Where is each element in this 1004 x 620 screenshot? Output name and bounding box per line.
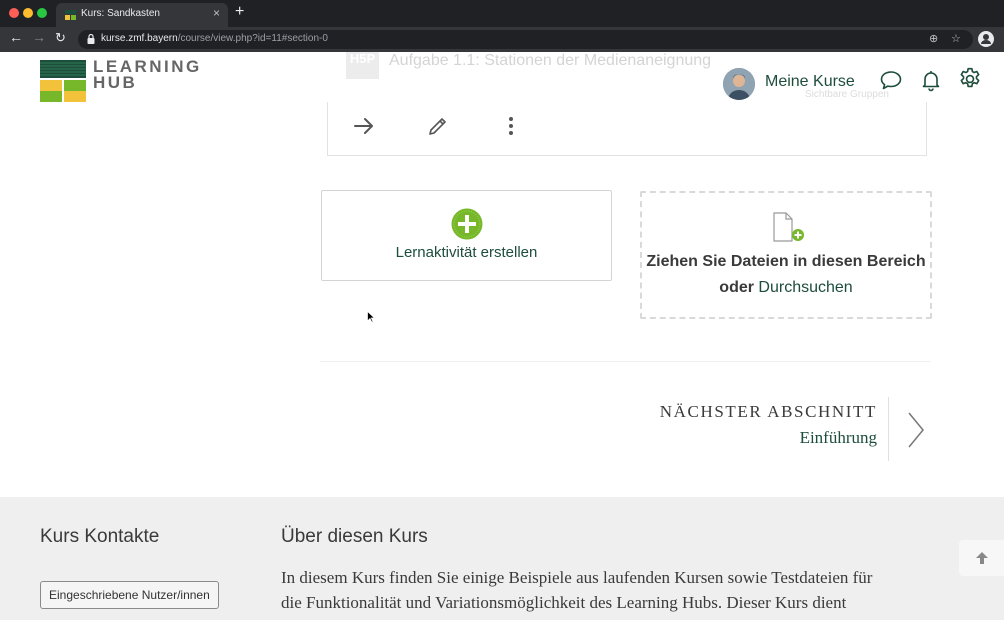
new-tab-button[interactable]: +: [235, 3, 244, 21]
gear-icon[interactable]: [957, 66, 983, 92]
forward-arrow-icon[interactable]: →: [32, 29, 46, 45]
bookmark-star-icon[interactable]: ☆: [951, 32, 961, 45]
create-activity-label: Lernaktivität erstellen: [395, 244, 538, 261]
close-window-button[interactable]: [9, 8, 19, 18]
browser-tabbar: Kurs: Sandkasten × +: [0, 0, 1004, 27]
back-arrow-icon[interactable]: ←: [9, 29, 23, 45]
next-section-divider: [888, 397, 889, 461]
minimize-window-button[interactable]: [23, 8, 33, 18]
course-footer: Kurs Kontakte Über diesen Kurs Eingeschr…: [0, 497, 1004, 620]
learninghub-logo[interactable]: [40, 60, 86, 102]
browser-toolbar: ← → ↻ kurse.zmf.bayern/course/view.php?i…: [0, 27, 1004, 52]
plus-circle-icon: [451, 208, 483, 240]
logo-text: LEARNING HUB: [93, 57, 202, 92]
profile-icon[interactable]: [978, 31, 994, 47]
more-options-icon[interactable]: [499, 114, 523, 138]
course-description: In diesem Kurs finden Sie einige Beispie…: [281, 568, 873, 612]
message-icon[interactable]: [879, 68, 903, 92]
browser-tab[interactable]: Kurs: Sandkasten ×: [56, 3, 228, 27]
address-bar[interactable]: kurse.zmf.bayern/course/view.php?id=11#s…: [78, 30, 973, 49]
reload-icon[interactable]: ↻: [55, 30, 66, 46]
file-dropzone[interactable]: Ziehen Sie Dateien in diesen Bereich ode…: [640, 191, 932, 319]
create-activity-button[interactable]: Lernaktivität erstellen: [321, 190, 612, 281]
bell-icon[interactable]: [919, 68, 943, 92]
avatar[interactable]: [723, 68, 755, 100]
enrolled-users-button[interactable]: Eingeschriebene Nutzer/innen: [40, 581, 219, 609]
zoom-window-button[interactable]: [37, 8, 47, 18]
move-arrow-icon[interactable]: [352, 114, 376, 138]
about-course-heading: Über diesen Kurs: [281, 526, 428, 547]
activity-title[interactable]: Aufgabe 1.1: Stationen der Medienaneignu…: [389, 52, 711, 70]
zoom-icon[interactable]: ⊕: [929, 32, 938, 45]
browse-link[interactable]: Durchsuchen: [758, 279, 852, 296]
divider: [320, 361, 930, 362]
learninghub-favicon-icon: [65, 10, 76, 20]
tab-title: Kurs: Sandkasten: [81, 8, 160, 19]
my-courses-link[interactable]: Meine Kurse: [765, 73, 855, 91]
lock-icon: [87, 34, 95, 44]
chevron-right-icon[interactable]: [906, 410, 926, 450]
arrow-up-icon: [976, 552, 988, 564]
mouse-cursor-icon: [367, 311, 375, 323]
tab-close-icon[interactable]: ×: [213, 6, 220, 20]
next-section-link[interactable]: Einführung: [800, 428, 877, 448]
dropzone-text: Ziehen Sie Dateien in diesen Bereich ode…: [646, 253, 926, 296]
url-text: kurse.zmf.bayern/course/view.php?id=11#s…: [101, 33, 328, 44]
file-add-icon: [773, 212, 804, 242]
activity-card: [327, 102, 927, 156]
course-contacts-heading: Kurs Kontakte: [40, 526, 160, 547]
page-content: H5P Aufgabe 1.1: Stationen der Medienane…: [0, 52, 1004, 620]
back-to-top-button[interactable]: [959, 540, 1004, 576]
pencil-icon[interactable]: [426, 114, 450, 138]
h5p-activity-icon: H5P: [346, 52, 379, 79]
next-section-label: NÄCHSTER ABSCHNITT: [659, 402, 877, 421]
